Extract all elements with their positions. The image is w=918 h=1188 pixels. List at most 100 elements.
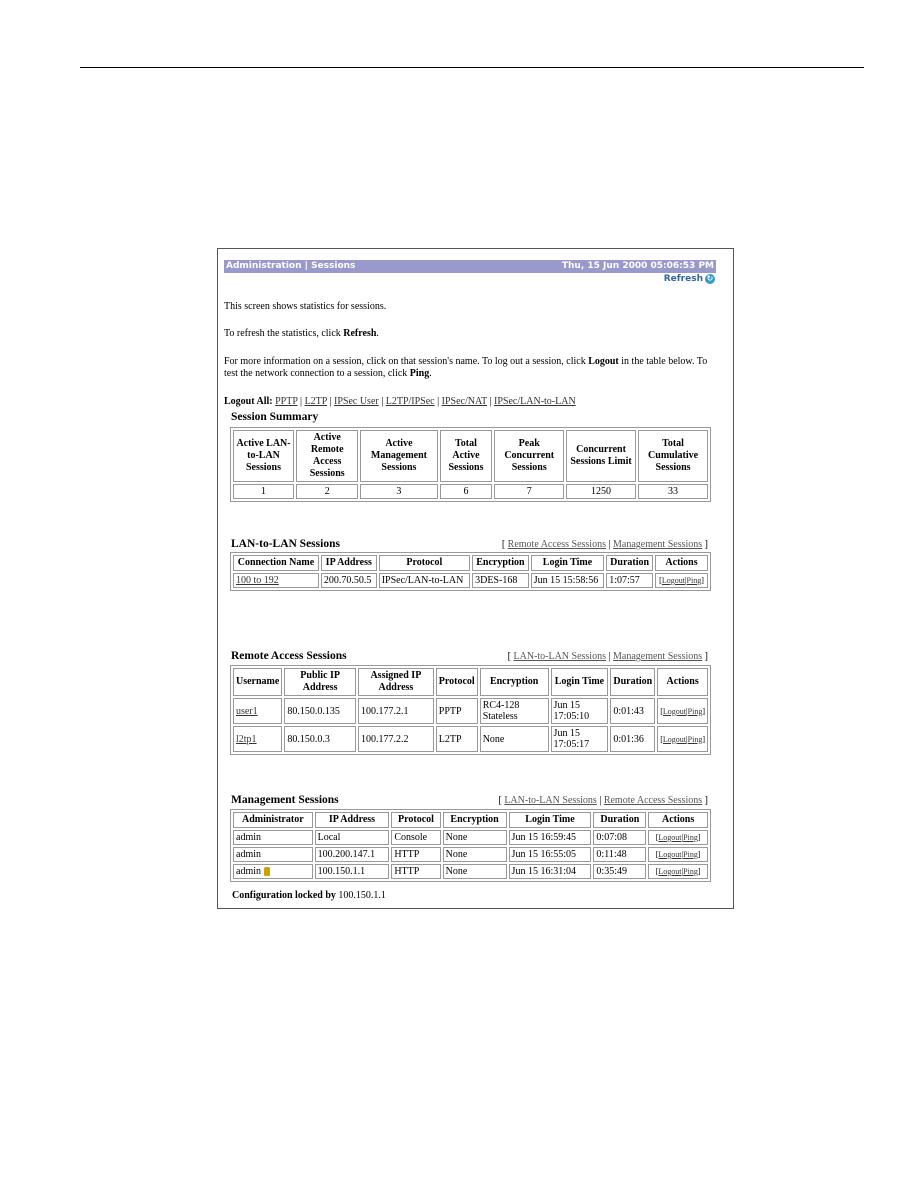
remote-section-links: [ LAN-to-LAN Sessions | Management Sessi… xyxy=(508,651,708,662)
bracket: [ xyxy=(501,539,506,550)
jump-link-remote-access-sessions[interactable]: Remote Access Sessions xyxy=(508,539,606,550)
summary-header: Concurrent Sessions Limit xyxy=(565,430,637,482)
actions-cell: [Logout|Ping] xyxy=(655,573,708,588)
jump-link-management-sessions[interactable]: Management Sessions xyxy=(613,539,702,550)
cell-duration: 0:07:08 xyxy=(593,830,647,845)
refresh-button[interactable]: Refresh ↻ xyxy=(664,274,715,284)
text: For more information on a session, click… xyxy=(224,356,589,367)
logout-all-l2tp-ipsec[interactable]: L2TP/IPSec xyxy=(386,396,435,407)
summary-header: Active LAN-to-LAN Sessions xyxy=(233,430,295,482)
summary-value: 1250 xyxy=(565,484,637,499)
column-header: Username xyxy=(233,668,283,696)
bracket: ] xyxy=(704,651,708,662)
actions-cell: [Logout|Ping] xyxy=(648,847,708,862)
logout-link[interactable]: Logout xyxy=(658,867,681,876)
bracket: ] xyxy=(704,539,708,550)
column-header: Protocol xyxy=(378,555,471,571)
column-header: Administrator xyxy=(233,812,313,828)
cell-login: Jun 15 16:31:04 xyxy=(508,864,592,879)
logout-link[interactable]: Logout xyxy=(658,833,681,842)
summary-value: 1 xyxy=(233,484,295,499)
logout-all-pptp[interactable]: PPTP xyxy=(275,396,297,407)
header-row: Administrator IP Address Protocol Encryptio… xyxy=(233,812,708,828)
mgmt-sessions-title: Management Sessions xyxy=(231,794,339,806)
page-rule xyxy=(80,67,864,68)
summary-header: Active Remote Access Sessions xyxy=(296,430,359,482)
logout-link[interactable]: Logout xyxy=(663,735,686,744)
session-summary-table: Active LAN-to-LAN Sessions Active Remote … xyxy=(230,427,711,502)
cell-protocol: L2TP xyxy=(435,726,478,752)
column-header: Encryption xyxy=(442,812,507,828)
config-lock-label: Configuration locked by xyxy=(232,890,336,901)
cell-duration: 1:07:57 xyxy=(606,573,654,588)
column-header: Actions xyxy=(655,555,708,571)
text-bold: Ping xyxy=(409,368,430,379)
cell-duration: 0:35:49 xyxy=(593,864,647,879)
logout-all-ipsec-lan-to-lan[interactable]: IPSec/LAN-to-LAN xyxy=(494,396,576,407)
remote-sessions-title: Remote Access Sessions xyxy=(231,650,347,662)
bracket: ] xyxy=(697,867,701,876)
intro-line-2: To refresh the statistics, click Refresh… xyxy=(224,328,719,340)
logout-link[interactable]: Logout xyxy=(658,850,681,859)
separator: | xyxy=(608,539,611,550)
intro-line-3: For more information on a session, click… xyxy=(224,356,719,380)
lan-sessions-title: LAN-to-LAN Sessions xyxy=(231,538,340,550)
jump-link-lan-to-lan-sessions[interactable]: LAN-to-LAN Sessions xyxy=(504,795,597,806)
summary-value: 2 xyxy=(296,484,359,499)
cell-duration: 0:01:36 xyxy=(610,726,656,752)
datetime: Thu, 15 Jun 2000 05:06:53 PM xyxy=(561,261,714,271)
column-header: Connection Name xyxy=(233,555,319,571)
ping-link[interactable]: Ping xyxy=(683,833,698,842)
logout-link[interactable]: Logout xyxy=(662,576,685,585)
summary-value: 3 xyxy=(360,484,438,499)
ping-link[interactable]: Ping xyxy=(687,576,702,585)
jump-link-remote-access-sessions[interactable]: Remote Access Sessions xyxy=(604,795,702,806)
sessions-panel: Administration | Sessions Thu, 15 Jun 20… xyxy=(217,248,734,909)
summary-value: 6 xyxy=(439,484,493,499)
cell: 100 to 192 xyxy=(233,573,319,588)
remote-sessions-table: Username Public IP Address Assigned IP Add… xyxy=(230,665,711,755)
column-header: Encryption xyxy=(472,555,529,571)
admin-name: admin xyxy=(236,866,261,877)
ping-link[interactable]: Ping xyxy=(688,735,703,744)
column-header: IP Address xyxy=(320,555,377,571)
cell-login: Jun 15 17:05:17 xyxy=(550,726,609,752)
username-link[interactable]: user1 xyxy=(236,706,258,717)
cell-admin: admin xyxy=(233,864,313,879)
admin-name: admin xyxy=(236,849,261,860)
bracket: ] xyxy=(704,795,708,806)
logout-all-ipsec-nat[interactable]: IPSec/NAT xyxy=(442,396,487,407)
jump-link-management-sessions[interactable]: Management Sessions xyxy=(613,651,702,662)
column-header: Duration xyxy=(593,812,647,828)
column-header: Duration xyxy=(610,668,656,696)
cell-login: Jun 15 16:59:45 xyxy=(508,830,592,845)
logout-all-ipsec-user[interactable]: IPSec User xyxy=(334,396,379,407)
logout-all-bar: Logout All: PPTP | L2TP | IPSec User | L… xyxy=(224,396,576,407)
column-header: Public IP Address xyxy=(284,668,357,696)
ping-link[interactable]: Ping xyxy=(683,850,698,859)
username-link[interactable]: l2tp1 xyxy=(236,734,257,745)
cell: l2tp1 xyxy=(233,726,283,752)
logout-link[interactable]: Logout xyxy=(663,707,686,716)
table-row: admin 100.150.1.1 HTTP None Jun 15 16:31:04 0… xyxy=(233,864,708,879)
text: . xyxy=(376,328,379,339)
jump-link-lan-to-lan-sessions[interactable]: LAN-to-LAN Sessions xyxy=(513,651,606,662)
admin-name: admin xyxy=(236,832,261,843)
cell-ip: 100.150.1.1 xyxy=(314,864,390,879)
breadcrumb: Administration | Sessions xyxy=(226,261,356,271)
summary-value: 7 xyxy=(494,484,564,499)
cell-login: Jun 15 15:58:56 xyxy=(530,573,605,588)
column-header: Protocol xyxy=(391,812,441,828)
config-lock-status: Configuration locked by 100.150.1.1 xyxy=(232,890,727,902)
logout-all-l2tp[interactable]: L2TP xyxy=(305,396,327,407)
table-row: admin Local Console None Jun 15 16:59:45 0:07… xyxy=(233,830,708,845)
connection-name-link[interactable]: 100 to 192 xyxy=(236,575,279,586)
bracket: ] xyxy=(702,706,705,716)
cell-encryption: None xyxy=(442,864,507,879)
column-header: Assigned IP Address xyxy=(358,668,434,696)
cell: user1 xyxy=(233,698,283,724)
cell-ip: Local xyxy=(314,830,390,845)
cell-admin: admin xyxy=(233,847,313,862)
ping-link[interactable]: Ping xyxy=(683,867,698,876)
ping-link[interactable]: Ping xyxy=(688,707,703,716)
